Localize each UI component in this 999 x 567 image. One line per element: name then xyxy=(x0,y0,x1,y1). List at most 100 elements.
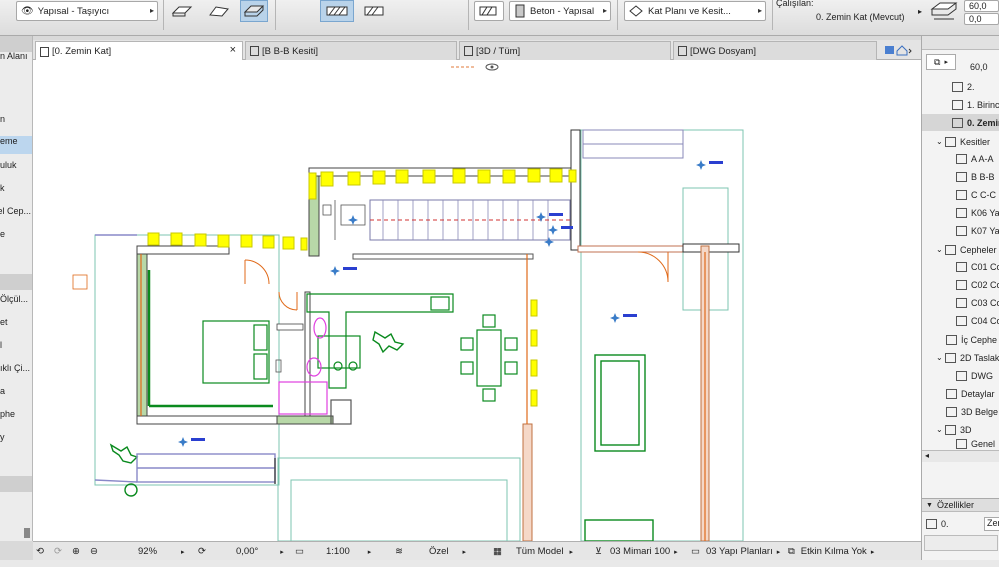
navigator-item-story-2[interactable]: 2. xyxy=(922,78,999,95)
properties-header[interactable]: ▼ Özellikler xyxy=(922,498,999,512)
zoom-out-button[interactable]: ⊖ xyxy=(90,544,98,559)
toolbox-item[interactable]: e xyxy=(0,229,32,247)
redo-zoom-button[interactable]: ⟳ xyxy=(54,544,62,559)
toolbox-item[interactable]: y xyxy=(0,432,32,450)
floor-plan-display-button[interactable] xyxy=(320,0,354,22)
floor-plan-drawing[interactable] xyxy=(33,60,921,541)
walls[interactable] xyxy=(136,129,740,541)
section-folder-icon xyxy=(945,136,956,147)
navigator-item-elevation[interactable]: C01 Co xyxy=(922,258,999,275)
zoom-in-button[interactable]: ⊕ xyxy=(72,544,80,559)
toolbox-item[interactable]: phe xyxy=(0,409,32,427)
slab-geometry-thick-button[interactable] xyxy=(240,0,268,22)
toolbox-scrollbar-thumb[interactable] xyxy=(24,528,30,538)
properties-settings-button[interactable] xyxy=(924,535,998,551)
toolbox-item[interactable]: el Cep... xyxy=(0,206,32,224)
slab-geometry-flat-button[interactable] xyxy=(168,0,196,22)
chevron-down-icon[interactable]: ⌄ xyxy=(936,353,945,362)
tab-section-bb[interactable]: [B B-B Kesiti] xyxy=(245,41,457,60)
floor-plan-canvas[interactable] xyxy=(33,60,921,541)
navigator-folder-details[interactable]: Detaylar xyxy=(922,385,999,402)
section-icon xyxy=(956,189,967,200)
toolbox-item-selected[interactable]: eme xyxy=(0,136,32,154)
renovation-filter-selector[interactable]: ⧉ Etkin Kılma Yok ▸ xyxy=(788,544,874,559)
slab-bottom-height-input[interactable]: 0,0 xyxy=(964,13,999,25)
toolbox-item[interactable]: k xyxy=(0,183,32,201)
fill-pattern-selector[interactable] xyxy=(474,1,504,21)
quick-options-strip[interactable] xyxy=(451,63,499,71)
navigator-folder-3d[interactable]: ⌄ 3D xyxy=(922,421,999,438)
navigator-item-story-1[interactable]: 1. Birinci xyxy=(922,96,999,113)
tab-zemin-kat[interactable]: [0. Zemin Kat] × xyxy=(35,41,243,61)
zoom-level-selector[interactable]: 92% ▸ xyxy=(138,544,185,559)
show-on-stories-selector[interactable]: Kat Planı ve Kesit... ▸ xyxy=(624,1,766,21)
scale-selector[interactable]: ▭ 1:100 ▸ xyxy=(295,544,371,559)
section-icon xyxy=(956,225,967,236)
building-material-selector[interactable]: Beton - Yapısal ▸ xyxy=(509,1,611,21)
navigator-folder-2d-drafts[interactable]: ⌄ 2D Taslak xyxy=(922,349,999,366)
bathroom-fixtures[interactable] xyxy=(278,317,352,425)
navigator-item-section[interactable]: B B-B xyxy=(922,168,999,185)
toolbar-separator xyxy=(468,0,469,30)
navigator-item-section[interactable]: A A-A xyxy=(922,150,999,167)
slab-top-height-input[interactable]: 60,0 xyxy=(964,0,999,12)
layer-selector[interactable]: 👁 Yapısal - Taşıyıcı ▸ xyxy=(16,1,158,21)
rotate-view-button[interactable]: ⟳ xyxy=(198,544,206,559)
cover-fill-button[interactable] xyxy=(360,0,388,22)
properties-story-name-field[interactable]: Zem xyxy=(984,517,999,531)
tab-menu-button[interactable] xyxy=(883,43,913,57)
navigator-map-selector[interactable]: ⧉ ▸ xyxy=(926,54,956,70)
navigator-panel: ⧉▸ 60,0 2. 1. Birinci 0. Zemin ⌄Kesitler… xyxy=(921,36,999,567)
working-story-value[interactable]: 0. Zemin Kat (Mevcut) xyxy=(816,12,905,22)
close-icon[interactable]: × xyxy=(230,44,236,56)
toolbox-item[interactable]: n xyxy=(0,114,32,132)
toolbox-item[interactable]: n Alanı xyxy=(0,51,32,69)
slab-thick-icon xyxy=(243,5,265,17)
chevron-down-icon[interactable]: ⌄ xyxy=(936,137,945,146)
navigator-item-elevation[interactable]: C04 Co xyxy=(922,312,999,329)
tab-dwg-file[interactable]: [DWG Dosyam] xyxy=(673,41,877,60)
dimension-selector[interactable]: ▭ 03 Yapı Planları ▸ xyxy=(691,544,780,559)
staircase[interactable] xyxy=(369,129,684,241)
toolbox-item[interactable]: uluk xyxy=(0,160,32,178)
kitchen-counter[interactable] xyxy=(306,293,454,389)
chevron-left-icon[interactable]: ◂ xyxy=(925,451,929,460)
navigator-item-elevation[interactable]: C03 Co xyxy=(922,294,999,311)
chevron-down-icon[interactable]: ▼ xyxy=(926,502,933,509)
navigator-item-section[interactable]: C C-C xyxy=(922,186,999,203)
toolbox-item[interactable]: Ölçül... xyxy=(0,294,32,312)
navigator-item-section[interactable]: K07 Ya xyxy=(922,222,999,239)
navigator-folder-elevations[interactable]: ⌄ Cepheler xyxy=(922,241,999,258)
toolbox-item[interactable]: a xyxy=(0,386,32,404)
navigator-item-elevation[interactable]: C02 Co xyxy=(922,276,999,293)
navigator-folder-sections[interactable]: ⌄ Kesitler xyxy=(922,133,999,150)
working-story-label: Çalışılan: xyxy=(776,0,814,8)
chevron-down-icon[interactable]: ⌄ xyxy=(936,425,945,434)
toolbox-group-header xyxy=(0,274,32,290)
tab-3d-all[interactable]: [3D / Tüm] xyxy=(459,41,671,60)
toolbox-group-header xyxy=(0,476,32,492)
navigator-item-3d-general[interactable]: Genel xyxy=(922,439,999,449)
navigator-item-section[interactable]: K06 Ya xyxy=(922,204,999,221)
orientation-selector[interactable]: 0,00° ▸ xyxy=(236,544,284,559)
chevron-down-icon[interactable]: ⌄ xyxy=(936,245,945,254)
slab-geometry-sloped-button[interactable] xyxy=(205,0,233,22)
undo-zoom-button[interactable]: ⟲ xyxy=(36,544,44,559)
layer-combination-selector[interactable]: ⊻ 03 Mimari 100 ▸ xyxy=(595,544,678,559)
properties-row: 0. Zem xyxy=(922,515,999,533)
pool-table[interactable] xyxy=(584,354,654,541)
navigator-item-story-0[interactable]: 0. Zemin xyxy=(922,114,999,131)
3d-view-icon xyxy=(956,439,967,449)
model-view-selector[interactable]: ▦ Tüm Model ▸ xyxy=(493,544,573,559)
navigator-folder-3d-documents[interactable]: 3D Belge xyxy=(922,403,999,420)
navigator-horizontal-scrollbar[interactable]: ◂ xyxy=(922,450,999,462)
navigator-folder-interior-elevations[interactable]: İç Cephe xyxy=(922,331,999,348)
story-icon xyxy=(952,99,963,110)
dining-table[interactable] xyxy=(460,314,518,402)
toolbox-item[interactable]: et xyxy=(0,317,32,335)
navigator-item-dwg[interactable]: DWG xyxy=(922,367,999,384)
bed[interactable] xyxy=(147,270,273,408)
toolbox-item[interactable]: ıklı Çi... xyxy=(0,363,32,381)
toolbox-item[interactable]: l xyxy=(0,340,32,358)
pen-set-selector[interactable]: ≋ Özel ▸ xyxy=(395,544,466,559)
